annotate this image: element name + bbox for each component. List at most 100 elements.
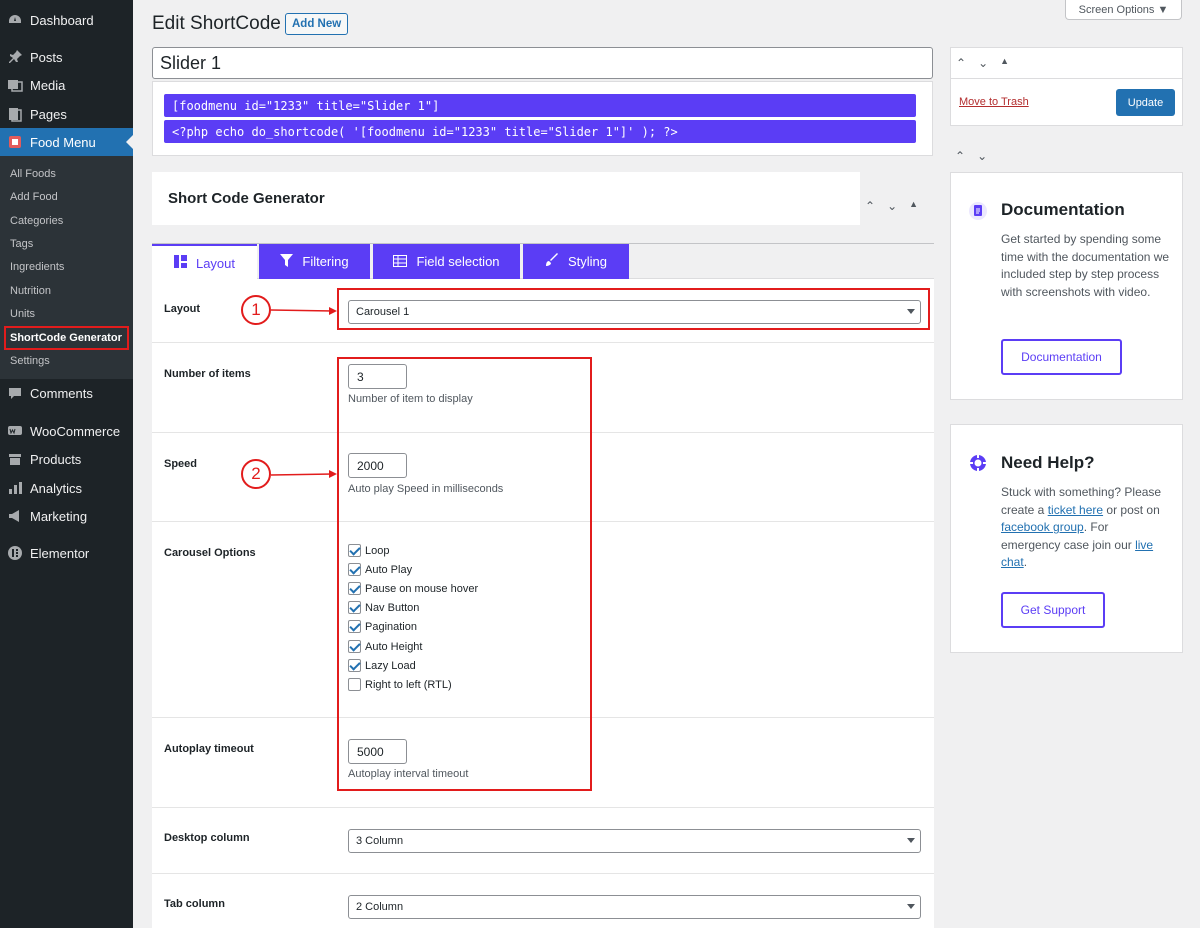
help-text-part: . — [1023, 555, 1028, 569]
facebook-group-link[interactable]: facebook group — [1001, 520, 1084, 534]
layout-icon — [173, 255, 187, 271]
tab-label: Styling — [567, 254, 608, 269]
menu-label: Dashboard — [30, 12, 94, 28]
tab-column-select[interactable]: 2 Column — [348, 895, 921, 919]
update-button[interactable]: Update — [1116, 89, 1175, 116]
add-new-button[interactable]: Add New — [285, 13, 349, 35]
submenu-settings[interactable]: Settings — [10, 355, 50, 367]
post-title-input[interactable]: Slider 1 — [152, 47, 933, 79]
menu-products[interactable]: Products — [0, 445, 133, 473]
lifebuoy-icon — [969, 454, 987, 475]
highlight-box-settings — [337, 357, 592, 791]
chevron-down-icon — [907, 838, 915, 847]
menu-label: WooCommerce — [30, 423, 121, 439]
submenu-tags[interactable]: Tags — [10, 238, 33, 250]
ticket-link[interactable]: ticket here — [1048, 503, 1103, 517]
menu-label: Posts — [30, 49, 63, 65]
tab-label: Layout — [195, 255, 236, 271]
select-value: 2 Column — [356, 901, 404, 913]
brush-icon — [545, 253, 559, 270]
chevron-up-icon[interactable]: ⌃ — [956, 56, 966, 70]
documentation-button[interactable]: Documentation — [1001, 339, 1122, 375]
select-value: 3 Column — [356, 835, 404, 847]
submenu-all-foods[interactable]: All Foods — [10, 168, 56, 180]
menu-media[interactable]: Media — [0, 71, 133, 99]
pages-icon — [7, 106, 23, 122]
menu-label: Comments — [30, 385, 93, 401]
chevron-down-icon — [907, 904, 915, 913]
menu-label: Marketing — [30, 508, 88, 524]
triangle-up-icon[interactable]: ▲ — [909, 199, 918, 213]
dashboard-icon — [7, 12, 23, 28]
food-menu-icon — [7, 134, 23, 150]
callout-2: 2 — [241, 459, 271, 489]
caret-down-icon: ▼ — [1157, 3, 1169, 16]
row-tab-column: Tab column 2 Column — [152, 874, 934, 928]
submenu-categories[interactable]: Categories — [10, 215, 63, 227]
comment-icon — [7, 385, 23, 401]
tab-layout[interactable]: Layout — [152, 244, 257, 280]
chevron-down-icon[interactable]: ⌄ — [887, 199, 897, 213]
main-content: Edit ShortCode Add New Screen Options ▼ … — [133, 0, 1200, 928]
menu-elementor[interactable]: Elementor — [0, 539, 133, 567]
move-to-trash-link[interactable]: Move to Trash — [959, 96, 1029, 108]
menu-dashboard[interactable]: Dashboard — [0, 6, 133, 34]
sidebar-box-controls: ⌃ ⌄ — [955, 149, 987, 163]
callout-1: 1 — [241, 295, 271, 325]
php-code-line[interactable]: <?php echo do_shortcode( '[foodmenu id="… — [164, 120, 916, 143]
documentation-title: Documentation — [1001, 200, 1125, 219]
menu-posts[interactable]: Posts — [0, 43, 133, 71]
shortcode-box: [foodmenu id="1233" title="Slider 1"] <?… — [152, 81, 933, 156]
tab-label: Field selection — [416, 254, 500, 269]
menu-analytics[interactable]: Analytics — [0, 474, 133, 502]
pin-icon — [7, 49, 23, 65]
menu-marketing[interactable]: Marketing — [0, 502, 133, 530]
shortcode-line[interactable]: [foodmenu id="1233" title="Slider 1"] — [164, 94, 916, 117]
screen-options-label: Screen Options — [1078, 3, 1155, 16]
submenu-nutrition[interactable]: Nutrition — [10, 285, 51, 297]
menu-label: Pages — [30, 106, 67, 122]
menu-comments[interactable]: Comments — [0, 379, 133, 407]
admin-sidebar: Dashboard Posts Media Pages Food Menu Al… — [0, 0, 133, 928]
products-icon — [7, 451, 23, 467]
chevron-down-icon[interactable]: ⌄ — [977, 149, 987, 163]
menu-pages[interactable]: Pages — [0, 100, 133, 128]
tab-filtering[interactable]: Filtering — [259, 244, 370, 279]
table-icon — [393, 254, 408, 270]
tab-field-selection[interactable]: Field selection — [373, 244, 520, 279]
field-label: Layout — [164, 303, 201, 315]
generator-title: Short Code Generator — [168, 190, 325, 207]
menu-woocommerce[interactable]: WooCommerce — [0, 417, 133, 445]
media-icon — [7, 77, 23, 93]
analytics-icon — [7, 480, 23, 496]
triangle-up-icon[interactable]: ▲ — [1000, 56, 1009, 70]
filter-icon — [280, 253, 294, 270]
menu-food-menu[interactable]: Food Menu — [0, 128, 133, 156]
desktop-column-select[interactable]: 3 Column — [348, 829, 921, 853]
generator-box-controls: ⌃ ⌄ ▲ — [865, 199, 918, 213]
documentation-text: Get started by spending some time with t… — [1001, 232, 1170, 299]
submenu-units[interactable]: Units — [10, 308, 35, 320]
field-label: Speed — [164, 458, 198, 470]
help-card: Need Help? Stuck with something? Please … — [950, 424, 1183, 653]
field-label: Tab column — [164, 898, 225, 910]
submenu-ingredients[interactable]: Ingredients — [10, 261, 64, 273]
documentation-card: Documentation Get started by spending so… — [950, 172, 1183, 400]
screen-options-button[interactable]: Screen Options ▼ — [1065, 0, 1182, 20]
chevron-down-icon[interactable]: ⌄ — [978, 56, 988, 70]
submenu-add-food[interactable]: Add Food — [10, 191, 58, 203]
field-label: Autoplay timeout — [164, 743, 254, 755]
help-text-part: or post on — [1103, 502, 1160, 517]
highlight-box-shortcode-generator — [4, 326, 129, 350]
page-title: Edit ShortCode — [152, 13, 281, 34]
tab-styling[interactable]: Styling — [523, 244, 629, 279]
get-support-button[interactable]: Get Support — [1001, 592, 1105, 628]
callout-arrows — [271, 307, 337, 478]
field-label: Number of items — [164, 368, 251, 380]
chevron-up-icon[interactable]: ⌃ — [955, 149, 965, 163]
menu-label: Analytics — [30, 480, 83, 496]
elementor-icon — [7, 545, 23, 561]
help-title: Need Help? — [1001, 453, 1095, 472]
chevron-up-icon[interactable]: ⌃ — [865, 199, 875, 213]
publish-box: ⌃ ⌄ ▲ Move to Trash Update — [950, 47, 1183, 126]
